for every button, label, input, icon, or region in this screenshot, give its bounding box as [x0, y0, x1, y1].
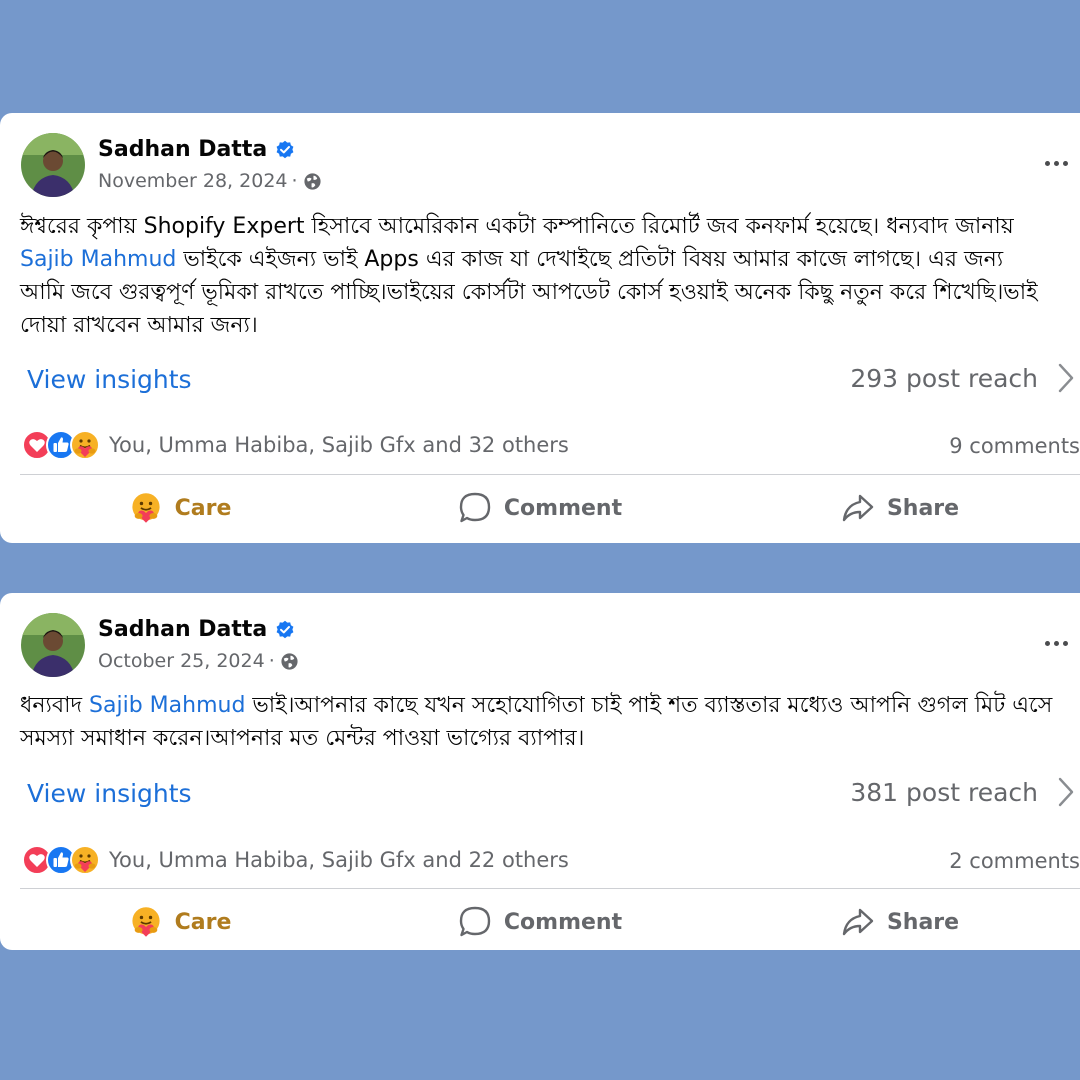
comment-label: Comment [503, 909, 623, 935]
divider [20, 888, 1080, 889]
verified-badge-icon [276, 140, 294, 158]
author-name[interactable]: Sadhan Datta [98, 617, 267, 642]
care-icon [132, 493, 160, 523]
comment-label: Comment [503, 495, 623, 521]
avatar[interactable] [21, 613, 85, 677]
post-card: Sadhan Datta October 25, 2024 · ধন্যবাদ … [0, 593, 1080, 950]
care-label: Care [174, 909, 232, 935]
post-actions: Care Comment Share [0, 483, 1080, 533]
care-icon [70, 845, 100, 875]
post-reach[interactable]: 293 post reach [850, 363, 1074, 393]
post-text-part: ঈশ্বরের কৃপায় Shopify Expert হিসাবে আমে… [20, 214, 1014, 239]
post-text-part: ধন্যবাদ [20, 693, 90, 718]
reaction-icons [22, 845, 100, 875]
dot-icon [1062, 640, 1068, 646]
post-date[interactable]: October 25, 2024 [98, 650, 265, 672]
more-options-button[interactable] [1038, 153, 1074, 173]
post-text: ঈশ্বরের কৃপায় Shopify Expert হিসাবে আমে… [20, 210, 1054, 342]
comment-button[interactable]: Comment [360, 897, 720, 947]
comment-icon [459, 906, 491, 937]
comments-count[interactable]: 9 comments [949, 434, 1080, 458]
share-button[interactable]: Share [720, 897, 1080, 947]
post-text: ধন্যবাদ Sajib Mahmud ভাই।আপনার কাছে যখন … [20, 689, 1054, 755]
reaction-icons [22, 430, 100, 460]
share-label: Share [886, 495, 960, 521]
post-date[interactable]: November 28, 2024 [98, 170, 288, 192]
share-button[interactable]: Share [720, 483, 1080, 533]
globe-icon [303, 172, 321, 190]
globe-icon [281, 652, 298, 670]
avatar[interactable] [21, 133, 85, 197]
dot-icon [1062, 160, 1068, 166]
reactions-summary[interactable]: You, Umma Habiba, Sajib Gfx and 22 other… [22, 845, 569, 875]
mention-link[interactable]: Sajib Mahmud [89, 693, 245, 718]
view-insights-link[interactable]: View insights [27, 365, 192, 394]
post-actions: Care Comment Share [0, 897, 1080, 947]
care-icon [132, 907, 160, 937]
verified-badge-icon [276, 620, 294, 638]
care-label: Care [174, 495, 232, 521]
mention-link[interactable]: Sajib Mahmud [20, 247, 176, 272]
post-reach[interactable]: 381 post reach [850, 777, 1074, 807]
dot-icon [1044, 160, 1050, 166]
care-icon [70, 430, 100, 460]
share-icon [842, 494, 874, 522]
share-label: Share [886, 909, 960, 935]
chevron-right-icon [1058, 363, 1074, 393]
post-reach-label: 381 post reach [850, 777, 1038, 807]
author-name[interactable]: Sadhan Datta [98, 137, 267, 162]
comment-icon [459, 492, 491, 523]
reactions-text: You, Umma Habiba, Sajib Gfx and 32 other… [109, 433, 569, 457]
post-reach-label: 293 post reach [850, 363, 1038, 393]
more-options-button[interactable] [1038, 633, 1074, 653]
divider [20, 474, 1080, 475]
dot-icon [1044, 640, 1050, 646]
view-insights-link[interactable]: View insights [27, 779, 192, 808]
post-card: Sadhan Datta November 28, 2024 · ঈশ্বরের… [0, 113, 1080, 543]
dot-icon [1053, 160, 1059, 166]
comments-count[interactable]: 2 comments [949, 849, 1080, 873]
date-separator: · [291, 170, 298, 192]
reactions-summary[interactable]: You, Umma Habiba, Sajib Gfx and 32 other… [22, 430, 569, 460]
care-button[interactable]: Care [0, 483, 360, 533]
chevron-right-icon [1058, 777, 1074, 807]
comment-button[interactable]: Comment [360, 483, 720, 533]
date-separator: · [268, 650, 275, 672]
share-icon [842, 908, 874, 936]
care-button[interactable]: Care [0, 897, 360, 947]
dot-icon [1053, 640, 1059, 646]
reactions-text: You, Umma Habiba, Sajib Gfx and 22 other… [109, 848, 569, 872]
